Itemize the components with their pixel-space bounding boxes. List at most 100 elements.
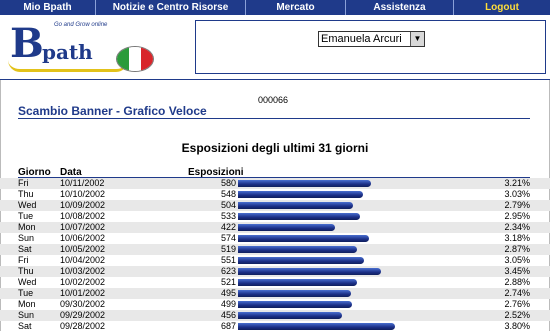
row-date: 10/06/2002	[60, 233, 106, 243]
italy-flag-icon	[116, 46, 154, 72]
logo-swoosh	[8, 60, 128, 72]
nav-mio-bpath[interactable]: Mio Bpath	[0, 0, 96, 15]
row-date: 10/07/2002	[60, 222, 106, 232]
row-percent: 2.52%	[504, 310, 530, 320]
row-day: Thu	[18, 266, 34, 276]
row-day: Fri	[18, 255, 29, 265]
dropdown-arrow-icon[interactable]: ▼	[410, 32, 424, 46]
row-date: 10/11/2002	[60, 178, 105, 188]
row-percent: 2.74%	[504, 288, 530, 298]
top-nav: Mio Bpath Notizie e Centro Risorse Merca…	[0, 0, 550, 15]
row-day: Fri	[18, 178, 29, 188]
header: Go and Grow online B path Emanuela Arcur…	[0, 15, 550, 80]
row-day: Mon	[18, 299, 36, 309]
row-value: 422	[220, 222, 236, 232]
row-value: 456	[220, 310, 236, 320]
exposure-bar	[238, 180, 371, 187]
title-divider	[18, 118, 530, 119]
row-date: 10/02/2002	[60, 277, 106, 287]
exposure-bar	[238, 257, 364, 264]
table-row: Wed 10/02/2002 521 2.88%	[0, 277, 550, 288]
row-day: Thu	[18, 189, 34, 199]
row-date: 09/29/2002	[60, 310, 106, 320]
row-day: Sun	[18, 233, 35, 243]
row-value: 504	[220, 200, 236, 210]
row-value: 499	[220, 299, 236, 309]
nav-logout[interactable]: Logout	[454, 0, 550, 15]
chart-title: Esposizioni degli ultimi 31 giorni	[181, 141, 369, 155]
nav-mercato[interactable]: Mercato	[246, 0, 346, 15]
logo-tagline: Go and Grow online	[54, 22, 108, 28]
row-day: Mon	[18, 222, 36, 232]
page-title: Scambio Banner - Grafico Veloce	[18, 104, 207, 118]
row-percent: 2.88%	[504, 277, 530, 287]
exposure-bar	[238, 279, 357, 286]
row-day: Sat	[18, 321, 32, 331]
row-date: 10/08/2002	[60, 211, 106, 221]
row-value: 687	[220, 321, 236, 331]
table-row: Wed 10/09/2002 504 2.79%	[0, 200, 550, 211]
bpath-logo[interactable]: Go and Grow online B path	[4, 18, 184, 76]
exposure-bar	[238, 202, 353, 209]
row-value: 519	[220, 244, 236, 254]
table-row: Sun 10/06/2002 574 3.18%	[0, 233, 550, 244]
row-date: 10/01/2002	[60, 288, 106, 298]
row-day: Sun	[18, 310, 35, 320]
row-date: 10/04/2002	[60, 255, 106, 265]
user-selector-box: Emanuela Arcuri ▼	[195, 20, 546, 74]
document-id: 000066	[258, 95, 289, 105]
row-percent: 3.18%	[504, 233, 530, 243]
row-value: 551	[220, 255, 236, 265]
row-value: 495	[220, 288, 236, 298]
row-percent: 3.45%	[504, 266, 530, 276]
table-row: Mon 10/07/2002 422 2.34%	[0, 222, 550, 233]
row-day: Wed	[18, 200, 37, 210]
exposure-bar	[238, 246, 357, 253]
exposure-bar	[238, 213, 360, 220]
row-date: 10/05/2002	[60, 244, 106, 254]
exposure-bar	[238, 301, 352, 308]
row-day: Wed	[18, 277, 37, 287]
exposure-bar	[238, 235, 369, 242]
table-row: Fri 10/11/2002 580 3.21%	[0, 178, 550, 189]
row-value: 533	[220, 211, 236, 221]
nav-assistenza[interactable]: Assistenza	[346, 0, 454, 15]
user-select-value: Emanuela Arcuri	[321, 33, 402, 45]
row-percent: 2.95%	[504, 211, 530, 221]
exposure-bar	[238, 224, 335, 231]
row-value: 580	[220, 178, 236, 188]
row-date: 10/10/2002	[60, 189, 106, 199]
table-row: Thu 10/10/2002 548 3.03%	[0, 189, 550, 200]
row-percent: 3.03%	[504, 189, 530, 199]
exposure-bar	[238, 290, 351, 297]
table-row: Tue 10/08/2002 533 2.95%	[0, 211, 550, 222]
row-percent: 2.34%	[504, 222, 530, 232]
row-value: 548	[220, 189, 236, 199]
table-row: Tue 10/01/2002 495 2.74%	[0, 288, 550, 299]
table-row: Thu 10/03/2002 623 3.45%	[0, 266, 550, 277]
user-select[interactable]: Emanuela Arcuri ▼	[318, 31, 425, 47]
exposure-bar	[238, 268, 381, 275]
row-percent: 2.79%	[504, 200, 530, 210]
table-row: Sat 09/28/2002 687 3.80%	[0, 321, 550, 331]
row-percent: 2.87%	[504, 244, 530, 254]
table-row: Mon 09/30/2002 499 2.76%	[0, 299, 550, 310]
row-date: 10/03/2002	[60, 266, 106, 276]
row-day: Tue	[18, 211, 34, 221]
row-value: 623	[220, 266, 236, 276]
row-date: 09/28/2002	[60, 321, 106, 331]
row-percent: 3.80%	[504, 321, 530, 331]
row-date: 10/09/2002	[60, 200, 106, 210]
exposure-table: Fri 10/11/2002 580 3.21% Thu 10/10/2002 548 3.0…	[0, 178, 550, 331]
row-value: 574	[220, 233, 236, 243]
row-value: 521	[220, 277, 236, 287]
row-percent: 3.21%	[504, 178, 530, 188]
row-date: 09/30/2002	[60, 299, 106, 309]
exposure-bar	[238, 312, 342, 319]
row-percent: 3.05%	[504, 255, 530, 265]
exposure-bar	[238, 191, 363, 198]
table-row: Sat 10/05/2002 519 2.87%	[0, 244, 550, 255]
row-day: Tue	[18, 288, 34, 298]
table-row: Sun 09/29/2002 456 2.52%	[0, 310, 550, 321]
nav-notizie[interactable]: Notizie e Centro Risorse	[96, 0, 246, 15]
